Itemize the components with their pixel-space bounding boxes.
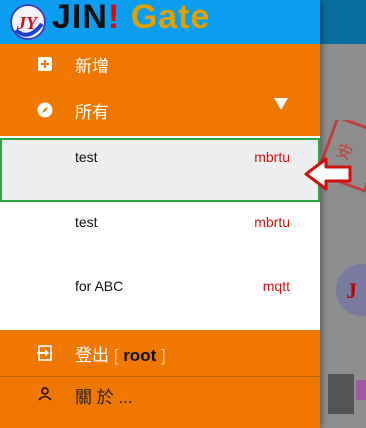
title-jin: JIN [52, 0, 108, 36]
device-list-item[interactable]: for ABC mqtt [0, 266, 320, 330]
logout-icon [36, 344, 54, 362]
about-menu-item[interactable]: 關 於 ... [0, 377, 320, 428]
compass-icon [36, 101, 54, 119]
jy-logo-icon: JY [10, 4, 46, 40]
device-name: test [75, 149, 98, 165]
device-name: for ABC [75, 278, 124, 294]
about-label: 關 於 ... [75, 388, 133, 407]
navigation-drawer: JY JIN! Gate 新增 所有 test mbrtu test mbrtu… [0, 0, 320, 428]
app-header: JY JIN! Gate [0, 0, 320, 44]
logout-prefix: 登出 [75, 345, 114, 365]
device-protocol: mqtt [262, 278, 290, 294]
background-toolbar [320, 0, 366, 44]
logout-label: 登出 [ root ] [75, 341, 166, 366]
device-protocol: mbrtu [254, 214, 290, 230]
title-exclamation: ! [107, 0, 121, 36]
device-protocol: mbrtu [254, 149, 290, 165]
plus-box-icon [36, 55, 54, 73]
background-app: 安 J [320, 0, 366, 428]
device-list-item[interactable]: test mbrtu [0, 138, 320, 202]
device-list-item[interactable]: test mbrtu [0, 202, 320, 266]
logout-bracket-close: ] [160, 345, 166, 365]
red-arrow-pointer-icon [304, 157, 352, 191]
all-label: 所有 [75, 102, 109, 122]
chevron-down-icon[interactable] [274, 98, 288, 110]
add-menu-item[interactable]: 新增 [0, 44, 320, 84]
svg-text:JY: JY [16, 13, 39, 33]
logout-menu-item[interactable]: 登出 [ root ] [0, 330, 320, 376]
title-gate: Gate [120, 0, 211, 36]
svg-text:J: J [346, 278, 357, 303]
add-label: 新增 [75, 56, 109, 76]
all-devices-menu-item[interactable]: 所有 [0, 84, 320, 136]
app-title: JIN! Gate [52, 0, 210, 37]
background-device [328, 374, 366, 414]
logout-username: root [118, 345, 161, 365]
person-icon [36, 385, 54, 403]
device-name: test [75, 214, 98, 230]
background-logo: J [336, 264, 366, 316]
